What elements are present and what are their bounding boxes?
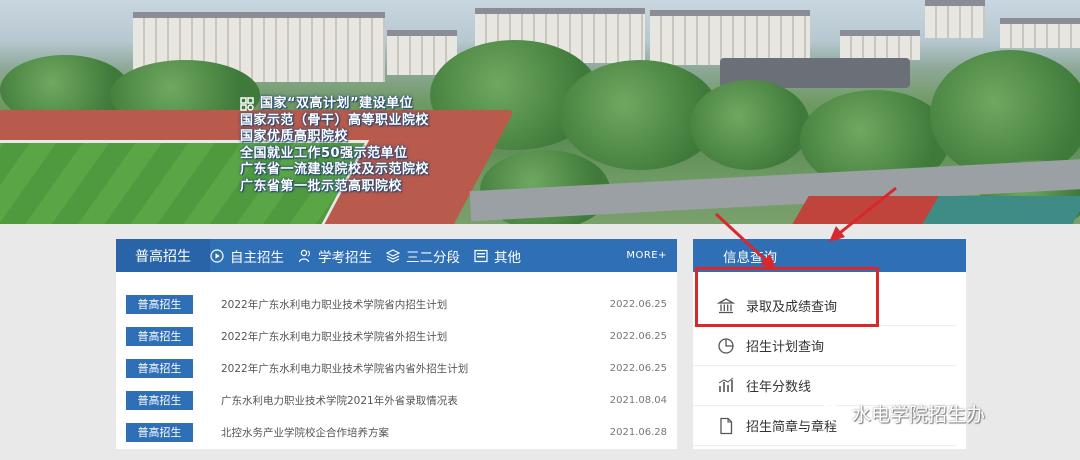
info-item-label: 招生计划查询 [746, 340, 825, 355]
info-item-label: 往年分数线 [746, 380, 812, 395]
users-icon [298, 249, 310, 262]
news-tab-bar: 普高招生 自主招生 学考招生 三二分段 其他 MORE+ [116, 239, 677, 272]
news-list: 普高招生 2022年广东水利电力职业技术学院省内招生计划 2022.06.25 … [116, 272, 677, 448]
news-title[interactable]: 2022年广东水利电力职业技术学院省内省外招生计划 [221, 361, 468, 376]
news-item[interactable]: 普高招生 2022年广东水利电力职业技术学院省外招生计划 2022.06.25 [116, 320, 677, 352]
banner-line: 广东省第一批示范高职院校 [240, 178, 403, 194]
banner-line: 国家“双高计划”建设单位 [240, 96, 429, 113]
news-category-tag[interactable]: 普高招生 [126, 294, 193, 314]
news-title[interactable]: 2022年广东水利电力职业技术学院省内招生计划 [221, 297, 447, 312]
banner-honors: 国家“双高计划”建设单位 国家示范（骨干）高等职业院校 国家优质高职院校 全国就… [240, 96, 429, 195]
news-date: 2022.06.25 [609, 298, 667, 310]
news-title[interactable]: 2022年广东水利电力职业技术学院省外招生计划 [221, 329, 447, 344]
layers-icon [386, 248, 400, 263]
tab-academic-test-admission[interactable]: 学考招生 [298, 239, 372, 272]
news-item[interactable]: 普高招生 北控水务产业学院校企合作培养方案 2021.06.28 [116, 416, 677, 448]
news-item[interactable]: 普高招生 2022年广东水利电力职业技术学院省内省外招生计划 2022.06.2… [116, 352, 677, 384]
watermark-text: 水电学院招生办 [852, 404, 986, 426]
wechat-watermark: 水电学院招生办 [820, 400, 985, 427]
banner-line: 全国就业工作50强示范单位 [240, 145, 408, 161]
news-item[interactable]: 普高招生 2022年广东水利电力职业技术学院省内招生计划 2022.06.25 [116, 288, 677, 320]
tab-independent-admission[interactable]: 自主招生 [210, 239, 284, 272]
news-title[interactable]: 广东水利电力职业技术学院2021年外省录取情况表 [221, 393, 458, 408]
banner-line: 国家优质高职院校 [240, 129, 349, 144]
document-icon [720, 417, 733, 434]
tab-three-two-segment[interactable]: 三二分段 [386, 239, 460, 272]
pie-chart-icon [718, 337, 734, 354]
tab-other[interactable]: 其他 [474, 239, 521, 272]
school-logo-icon [240, 97, 254, 111]
campus-banner: 国家“双高计划”建设单位 国家示范（骨干）高等职业院校 国家优质高职院校 全国就… [0, 0, 1080, 224]
news-item[interactable]: 普高招生 广东水利电力职业技术学院2021年外省录取情况表 2021.08.04 [116, 384, 677, 416]
news-date: 2021.06.28 [609, 426, 667, 438]
bar-chart-icon [718, 377, 734, 392]
banner-line: 广东省一流建设院校及示范院校 [240, 162, 430, 177]
news-category-tag[interactable]: 普高招生 [126, 358, 193, 378]
admission-news-panel: 普高招生 自主招生 学考招生 三二分段 其他 MORE+ 普高招生 2022年广… [116, 239, 677, 449]
news-date: 2022.06.25 [609, 362, 667, 374]
more-link[interactable]: MORE+ [626, 250, 667, 261]
news-date: 2022.06.25 [609, 330, 667, 342]
admission-plan-query-link[interactable]: 招生计划查询 [693, 326, 956, 366]
tab-general-admission[interactable]: 普高招生 [116, 239, 210, 272]
highlight-box [695, 267, 879, 327]
news-category-tag[interactable]: 普高招生 [126, 390, 193, 410]
news-category-tag[interactable]: 普高招生 [126, 326, 193, 346]
wechat-icon [820, 403, 846, 424]
news-title[interactable]: 北控水务产业学院校企合作培养方案 [221, 425, 389, 440]
banner-line: 国家示范（骨干）高等职业院校 [240, 112, 430, 128]
play-circle-icon [210, 248, 224, 263]
news-date: 2021.08.04 [609, 394, 667, 406]
news-category-tag[interactable]: 普高招生 [126, 422, 193, 442]
image-icon [474, 249, 488, 262]
